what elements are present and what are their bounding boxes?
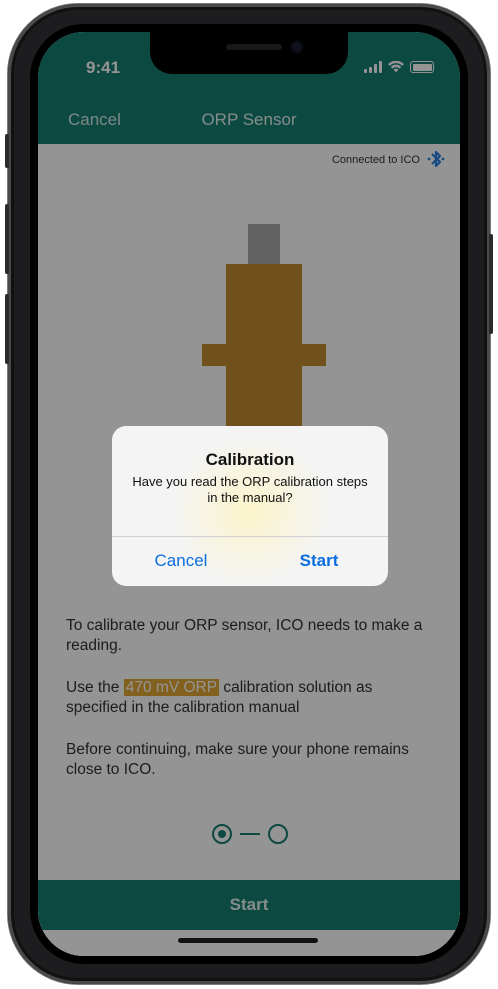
mute-switch <box>5 134 9 168</box>
home-indicator[interactable] <box>178 938 318 943</box>
alert-message: Have you read the ORP calibration steps … <box>132 474 368 505</box>
alert-cancel-button[interactable]: Cancel <box>112 536 250 586</box>
volume-down-button <box>5 294 9 364</box>
calibration-alert: Calibration Have you read the ORP calibr… <box>112 426 388 586</box>
alert-title: Calibration <box>205 450 295 469</box>
screen: 9:41 Cancel ORP Sensor Connected to ICO <box>38 32 460 956</box>
power-button <box>489 234 493 334</box>
alert-start-button[interactable]: Start <box>250 536 388 586</box>
volume-up-button <box>5 204 9 274</box>
